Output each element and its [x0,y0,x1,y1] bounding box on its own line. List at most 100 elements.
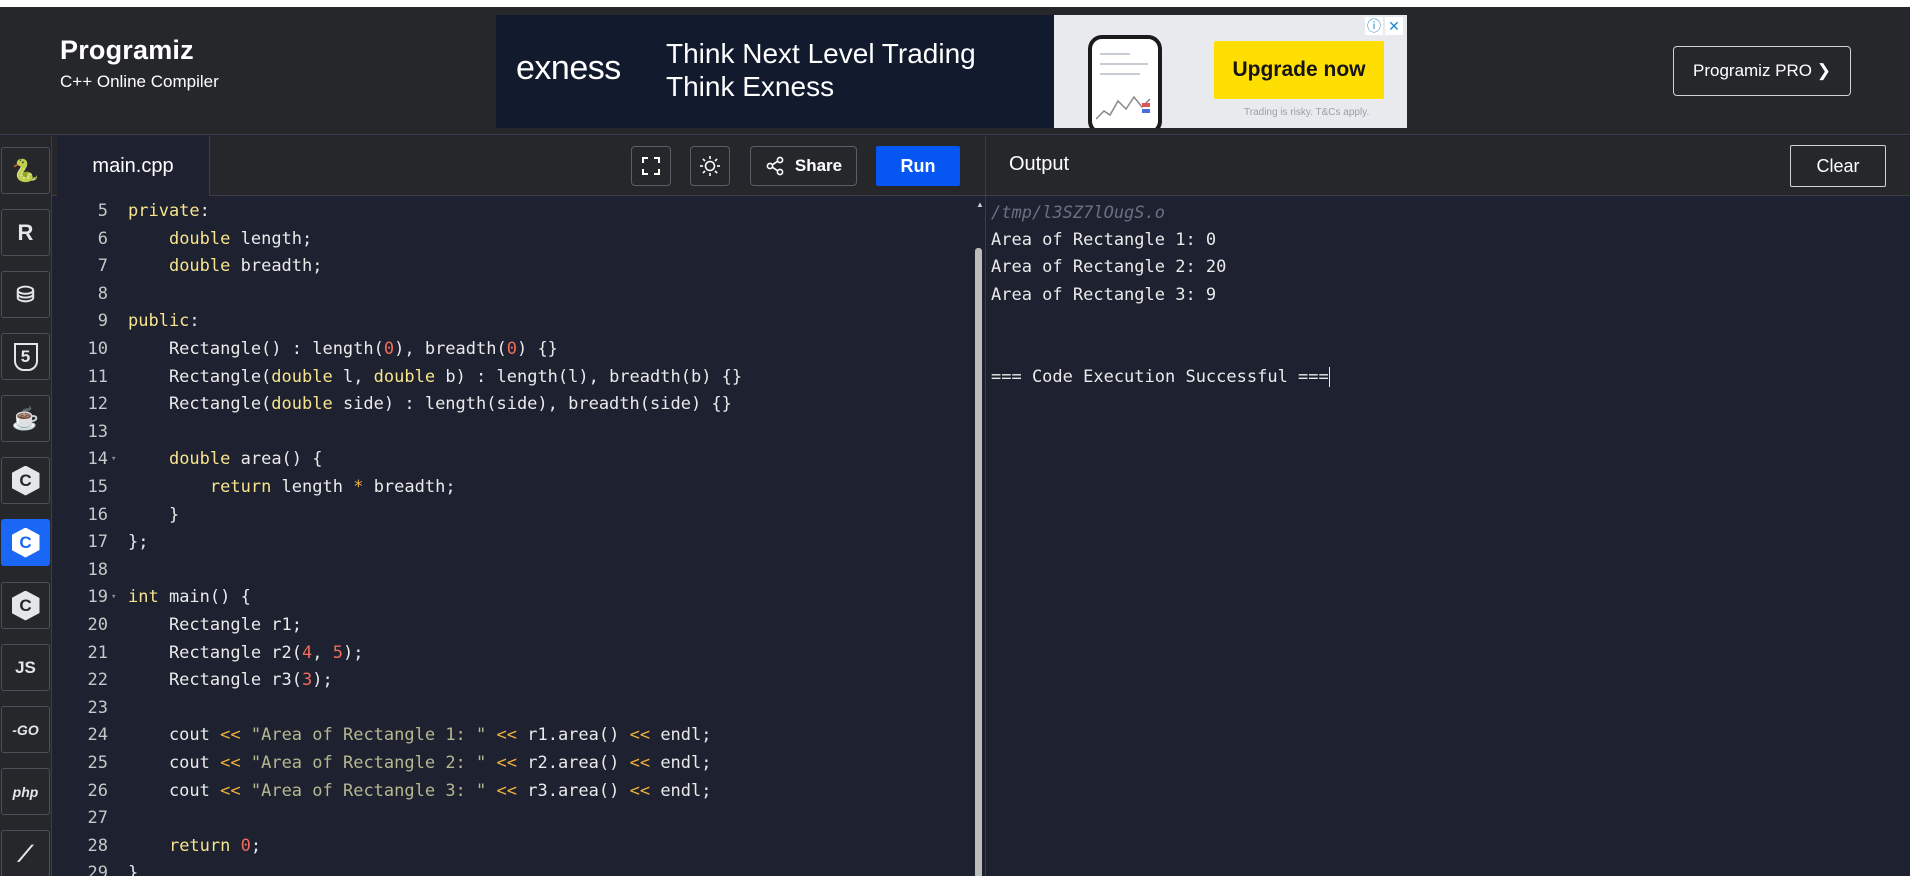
code-text[interactable]: }; [128,529,148,556]
code-text[interactable]: return 0; [128,833,261,860]
code-line[interactable]: 24 cout << "Area of Rectangle 1: " << r1… [52,722,972,749]
code-line[interactable]: 19 ▾ int main() { [52,584,972,611]
code-text[interactable]: return length * breadth; [128,474,456,501]
code-text[interactable]: double breadth; [128,253,323,280]
clear-button[interactable]: Clear [1790,145,1886,187]
language-php-button[interactable]: php [1,768,50,815]
language-csharp-button[interactable]: C [1,582,50,629]
code-text[interactable]: Rectangle r1; [128,612,302,639]
brand[interactable]: Programiz C++ Online Compiler [60,35,219,92]
code-line[interactable]: 6 double length; [52,226,972,253]
code-text[interactable]: Rectangle r3(3); [128,667,333,694]
code-line[interactable]: 27 [52,805,972,832]
code-line[interactable]: 28 return 0; [52,833,972,860]
ad-headline[interactable]: Think Next Level Trading Think Exness [666,37,976,103]
code-line[interactable]: 17}; [52,529,972,556]
language-r-button[interactable]: R [1,209,50,256]
fullscreen-button[interactable] [631,146,671,186]
output-line-text: Area of Rectangle 2: 20 [991,257,1227,277]
ad-brand[interactable]: exness [516,49,621,88]
output-line-text: === Code Execution Successful === [991,367,1329,387]
page-subtitle: C++ Online Compiler [60,72,219,91]
text-caret [1328,367,1330,387]
code-line[interactable]: 13 [52,419,972,446]
programiz-logo[interactable]: Programiz [60,35,219,66]
code-text[interactable]: cout << "Area of Rectangle 2: " << r2.ar… [128,750,712,777]
line-number: 5 [97,201,108,221]
ad-info-icon[interactable]: ⓘ [1365,17,1383,35]
ad-banner[interactable]: exness Think Next Level Trading Think Ex… [496,15,1407,128]
code-text[interactable]: double length; [128,226,312,253]
code-text[interactable]: Rectangle(double l, double b) : length(l… [128,364,742,391]
code-line[interactable]: 15 return length * breadth; [52,474,972,501]
code-text[interactable]: } [128,502,179,529]
javascript-icon: JS [15,657,36,677]
language-c-button[interactable]: C [1,457,50,504]
line-number: 11 [87,366,108,387]
code-line[interactable]: 22 Rectangle r3(3); [52,667,972,694]
code-editor[interactable]: 5 private: 6 double length; 7 double breadt… [52,196,985,876]
language-java-button[interactable]: ☕ [1,395,50,442]
code-text[interactable]: cout << "Area of Rectangle 1: " << r1.ar… [128,722,712,749]
fullscreen-icon [642,157,660,175]
code-text[interactable]: Rectangle() : length(0), breadth(0) {} [128,336,558,363]
code-line[interactable]: 25 cout << "Area of Rectangle 2: " << r2… [52,750,972,777]
line-number: 22 [87,670,108,691]
code-text[interactable]: cout << "Area of Rectangle 3: " << r3.ar… [128,778,712,805]
code-line[interactable]: 16 } [52,502,972,529]
r-icon: R [17,219,34,245]
code-text[interactable]: Rectangle r2(4, 5); [128,640,364,667]
line-number: 18 [87,559,108,580]
language-javascript-button[interactable]: JS [1,644,50,691]
code-line[interactable]: 7 double breadth; [52,253,972,280]
go-icon: -GO [12,721,39,738]
code-line[interactable]: 20 Rectangle r1; [52,612,972,639]
ad-close-icon[interactable]: ✕ [1385,17,1403,35]
code-line[interactable]: 5 private: [52,198,972,225]
code-line[interactable]: 18 [52,557,972,584]
code-line[interactable]: 9 public: [52,308,972,335]
code-text[interactable]: private: [128,198,210,225]
php-icon: php [12,783,39,800]
code-line[interactable]: 8 [52,281,972,308]
chart-thumbnail-icon [1096,95,1151,120]
code-line[interactable]: 12 Rectangle(double side) : length(side)… [52,391,972,418]
output-panel[interactable]: /tmp/l3SZ7lOugS.o Area of Rectangle 1: 0 A… [985,196,1910,876]
code-text[interactable]: int main() { [128,584,251,611]
code-line[interactable]: 11 Rectangle(double l, double b) : lengt… [52,364,972,391]
language-go-button[interactable]: -GO [1,706,50,753]
line-number: 8 [97,283,108,304]
share-button[interactable]: Share [750,146,857,186]
code-line[interactable]: 21 Rectangle r2(4, 5); [52,640,972,667]
language-html-button[interactable]: 5 [1,333,50,380]
scroll-thumb[interactable] [975,248,982,876]
ad-upgrade-button[interactable]: Upgrade now [1214,41,1384,99]
file-tab-main-cpp[interactable]: main.cpp [57,136,210,196]
language-python-button[interactable]: 🐍 [1,147,50,194]
ad-visual[interactable]: Upgrade now Trading is risky. T&Cs apply… [1054,15,1407,128]
language-swift-button[interactable]: ⟋ [1,830,50,876]
programiz-pro-button[interactable]: Programiz PRO ❯ [1673,46,1851,96]
language-cpp-button[interactable]: C [1,519,50,566]
run-button[interactable]: Run [876,146,960,186]
code-text[interactable]: double area() { [128,446,323,473]
swift-icon: ⟋ [17,840,34,866]
code-text[interactable]: Rectangle(double side) : length(side), b… [128,391,732,418]
editor-scrollbar[interactable]: ▲ [973,196,985,876]
code-line[interactable]: 29} [52,860,972,876]
fold-arrow-icon[interactable]: ▾ [111,584,116,611]
output-toolbar: Output Clear [985,136,1910,196]
share-icon [766,156,784,176]
code-line[interactable]: 10 Rectangle() : length(0), breadth(0) {… [52,336,972,363]
code-line[interactable]: 14 ▾ double area() { [52,446,972,473]
scroll-up-arrow-icon[interactable]: ▲ [976,200,984,209]
fold-arrow-icon[interactable]: ▾ [111,446,116,473]
code-line[interactable]: 23 [52,695,972,722]
compiler-app: Programiz C++ Online Compiler exness Thi… [0,0,1910,876]
phone-detail [1100,63,1148,65]
code-text[interactable]: } [128,860,138,876]
language-sql-button[interactable]: ⛁ [1,271,50,318]
theme-toggle-button[interactable] [690,146,730,186]
code-line[interactable]: 26 cout << "Area of Rectangle 3: " << r3… [52,778,972,805]
code-text[interactable]: public: [128,308,200,335]
